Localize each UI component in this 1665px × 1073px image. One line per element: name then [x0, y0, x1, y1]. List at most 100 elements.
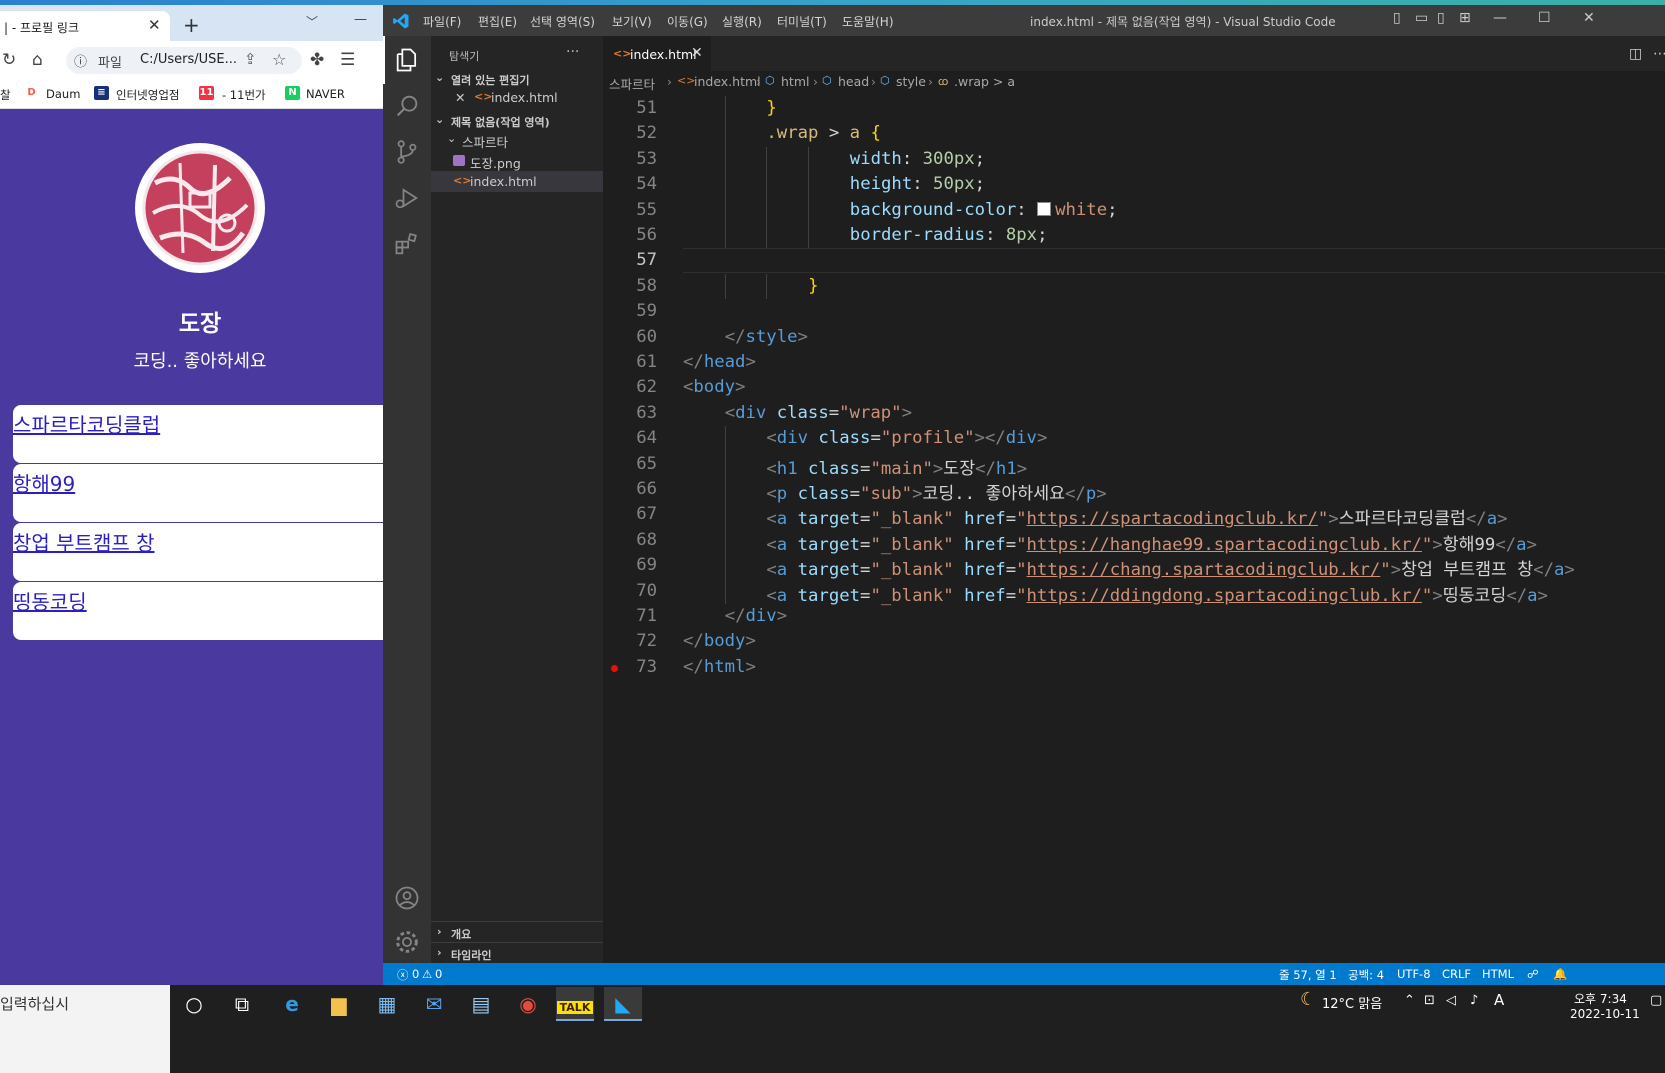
split-editor-icon[interactable]: ◫: [1629, 46, 1642, 62]
line-ending[interactable]: CRLF: [1442, 967, 1471, 981]
menu-go[interactable]: 이동(G): [667, 13, 708, 30]
run-debug-icon[interactable]: [393, 184, 421, 212]
link-spartacodingclub[interactable]: 스파르타코딩클럽: [13, 409, 160, 438]
source-control-icon[interactable]: [393, 138, 421, 166]
more-actions-icon[interactable]: ···: [566, 44, 579, 60]
clock-time[interactable]: 오후 7:34: [1574, 990, 1627, 1007]
cursor-position[interactable]: 줄 57, 열 1: [1279, 967, 1337, 983]
menu-edit[interactable]: 편집(E): [478, 13, 517, 30]
speaker-icon[interactable]: ◁: [1446, 993, 1456, 1008]
customize-layout-icon[interactable]: ⊞: [1459, 10, 1471, 26]
minimize-icon[interactable]: —: [1493, 10, 1507, 26]
bookmark-item[interactable]: 찰: [0, 87, 11, 103]
code-line[interactable]: 67 <a target="_blank" href="https://spart…: [603, 502, 1665, 529]
breadcrumb-style[interactable]: style: [896, 74, 926, 89]
browser-tab[interactable]: | - 프로필 링크 ✕: [0, 11, 170, 41]
folder-item[interactable]: ⌄ 스파르타: [431, 129, 603, 150]
search-icon[interactable]: [393, 92, 421, 120]
code-line[interactable]: 66 <p class="sub">코딩.. 좋아하세요</p>: [603, 477, 1665, 504]
code-line[interactable]: 73 </html>: [603, 655, 1665, 680]
store-icon[interactable]: ▦: [368, 987, 406, 1021]
menu-file[interactable]: 파일(F): [423, 13, 461, 30]
code-line[interactable]: 65 <h1 class="main">도장</h1>: [603, 451, 1665, 479]
vscode-icon[interactable]: ◣: [604, 987, 642, 1021]
tab-search-chevron-icon[interactable]: ﹀: [306, 13, 318, 30]
mail-icon[interactable]: ✉: [415, 987, 453, 1021]
maximize-icon[interactable]: ☐: [1538, 10, 1551, 26]
home-icon[interactable]: ⌂: [32, 50, 43, 70]
feedback-icon[interactable]: ☍: [1527, 967, 1539, 981]
code-line[interactable]: 56 border-radius: 8px;: [603, 223, 1665, 249]
code-line[interactable]: 58}: [603, 273, 1665, 300]
tab-index-html[interactable]: <> index.html ✕: [603, 36, 711, 71]
address-bar[interactable]: ⓘ 파일 C:/Users/USE... ⇪ ☆: [66, 47, 302, 74]
open-editor-item[interactable]: ✕ <> index.html: [431, 87, 603, 108]
close-icon[interactable]: ✕: [1583, 10, 1595, 26]
warning-icon[interactable]: ⚠: [422, 967, 432, 981]
error-count[interactable]: 0: [412, 967, 419, 981]
tab-close-icon[interactable]: ✕: [148, 16, 161, 34]
file-item[interactable]: 도장.png: [431, 150, 603, 171]
bookmark-bank[interactable]: 인터넷영업점: [116, 87, 179, 103]
code-line[interactable]: 59: [603, 299, 1665, 324]
bookmark-daum[interactable]: Daum: [46, 87, 80, 101]
tab-close-icon[interactable]: ✕: [691, 45, 703, 61]
warning-count[interactable]: 0: [435, 967, 442, 981]
new-tab-button[interactable]: +: [183, 13, 200, 37]
code-line[interactable]: 64 <div class="profile"></div>: [603, 426, 1665, 452]
task-view-icon[interactable]: ⧉: [223, 987, 261, 1021]
chevron-up-icon[interactable]: ⌃: [1404, 993, 1415, 1008]
code-line[interactable]: 60 </style>: [603, 325, 1665, 350]
encoding[interactable]: UTF-8: [1397, 967, 1431, 981]
code-line[interactable]: 52 .wrap > a {: [603, 121, 1665, 147]
minimize-icon[interactable]: —: [354, 12, 367, 27]
reading-list-icon[interactable]: ☰: [340, 50, 355, 70]
link-chang[interactable]: 창업 부트캠프 창: [13, 527, 155, 556]
code-line[interactable]: 62 <body>: [603, 375, 1665, 400]
code-line[interactable]: 54 height: 50px;: [603, 172, 1665, 198]
reload-icon[interactable]: ↻: [2, 50, 16, 70]
code-line[interactable]: 53 width: 300px;: [603, 146, 1665, 173]
toggle-secondary-sidebar-icon[interactable]: ▯: [1437, 10, 1445, 26]
taskbar-search-box[interactable]: 입력하십시: [0, 985, 170, 1073]
breadcrumb-file[interactable]: index.html: [694, 74, 761, 89]
bookmark-star-icon[interactable]: ☆: [272, 50, 286, 69]
close-icon[interactable]: ✕: [455, 90, 465, 105]
code-line[interactable]: 70 <a target="_blank" href="https://dding…: [603, 578, 1665, 606]
file-item-selected[interactable]: <> index.html: [431, 171, 603, 192]
code-line[interactable]: 72 </body>: [603, 629, 1665, 654]
breadcrumb-selector[interactable]: .wrap > a: [954, 74, 1015, 89]
notification-center-icon[interactable]: ▢: [1650, 993, 1662, 1008]
indentation[interactable]: 공백: 4: [1348, 967, 1384, 983]
link-ddingdong[interactable]: 띵동코딩: [13, 586, 87, 615]
file-explorer-icon[interactable]: ▆: [320, 987, 358, 1021]
code-line[interactable]: 63 <div class="wrap">: [603, 401, 1665, 426]
chrome-icon[interactable]: ◉: [509, 987, 547, 1021]
ie-icon[interactable]: e: [273, 987, 311, 1021]
start-circle-icon[interactable]: ○: [175, 987, 213, 1021]
timeline-section[interactable]: › 타임라인: [431, 942, 603, 963]
bookmark-naver[interactable]: NAVER: [306, 87, 345, 101]
address-url[interactable]: C:/Users/USE...: [140, 52, 237, 67]
extensions-icon[interactable]: [393, 230, 421, 258]
explorer-icon[interactable]: [393, 46, 421, 74]
link-hanghae99[interactable]: 항해99: [13, 468, 75, 497]
menu-view[interactable]: 보기(V): [612, 13, 652, 30]
code-line[interactable]: 71 </div>: [603, 604, 1665, 629]
info-icon[interactable]: ⓘ: [74, 51, 87, 70]
network-icon[interactable]: ⊡: [1424, 993, 1435, 1008]
menu-selection[interactable]: 선택 영역(S): [530, 13, 595, 30]
kakaotalk-icon[interactable]: TALK: [556, 987, 594, 1021]
settings-gear-icon[interactable]: [393, 928, 421, 956]
breadcrumb-folder[interactable]: 스파르타: [609, 74, 655, 93]
outline-section[interactable]: › 개요: [431, 921, 603, 942]
bookmark-11st[interactable]: - 11번가: [222, 87, 266, 103]
toggle-panel-icon[interactable]: ▭: [1415, 10, 1428, 26]
code-line[interactable]: 61 </head>: [603, 350, 1665, 375]
ime-indicator[interactable]: A: [1494, 991, 1504, 1009]
error-icon[interactable]: ⓧ: [397, 967, 409, 983]
toggle-sidebar-icon[interactable]: ▯: [1393, 10, 1401, 26]
weather-text[interactable]: 12°C 맑음: [1322, 993, 1382, 1012]
volume-icon[interactable]: ♪: [1470, 993, 1478, 1008]
notepad-icon[interactable]: ▤: [462, 987, 500, 1021]
